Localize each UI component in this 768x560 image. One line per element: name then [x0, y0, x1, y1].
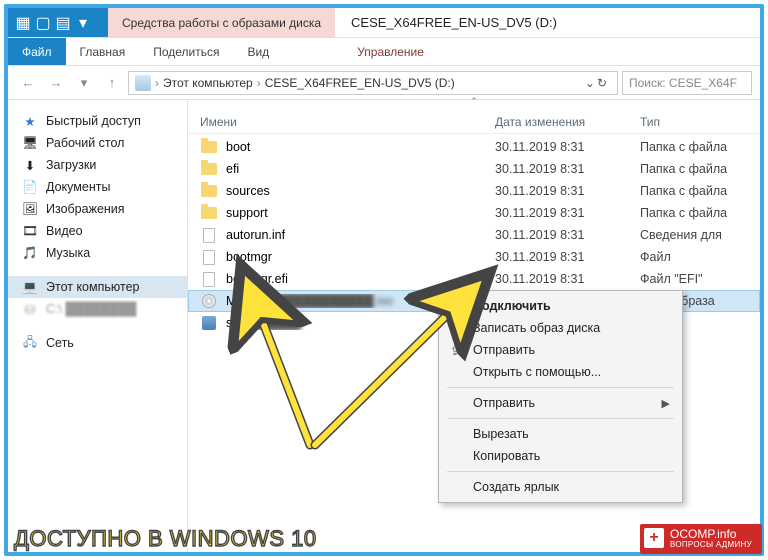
- caption-watermark: Доступно в Windows 10: [14, 526, 317, 552]
- plus-icon: +: [644, 528, 664, 548]
- brand-watermark: + OCOMP.info ВОПРОСЫ АДМИНУ: [640, 524, 762, 554]
